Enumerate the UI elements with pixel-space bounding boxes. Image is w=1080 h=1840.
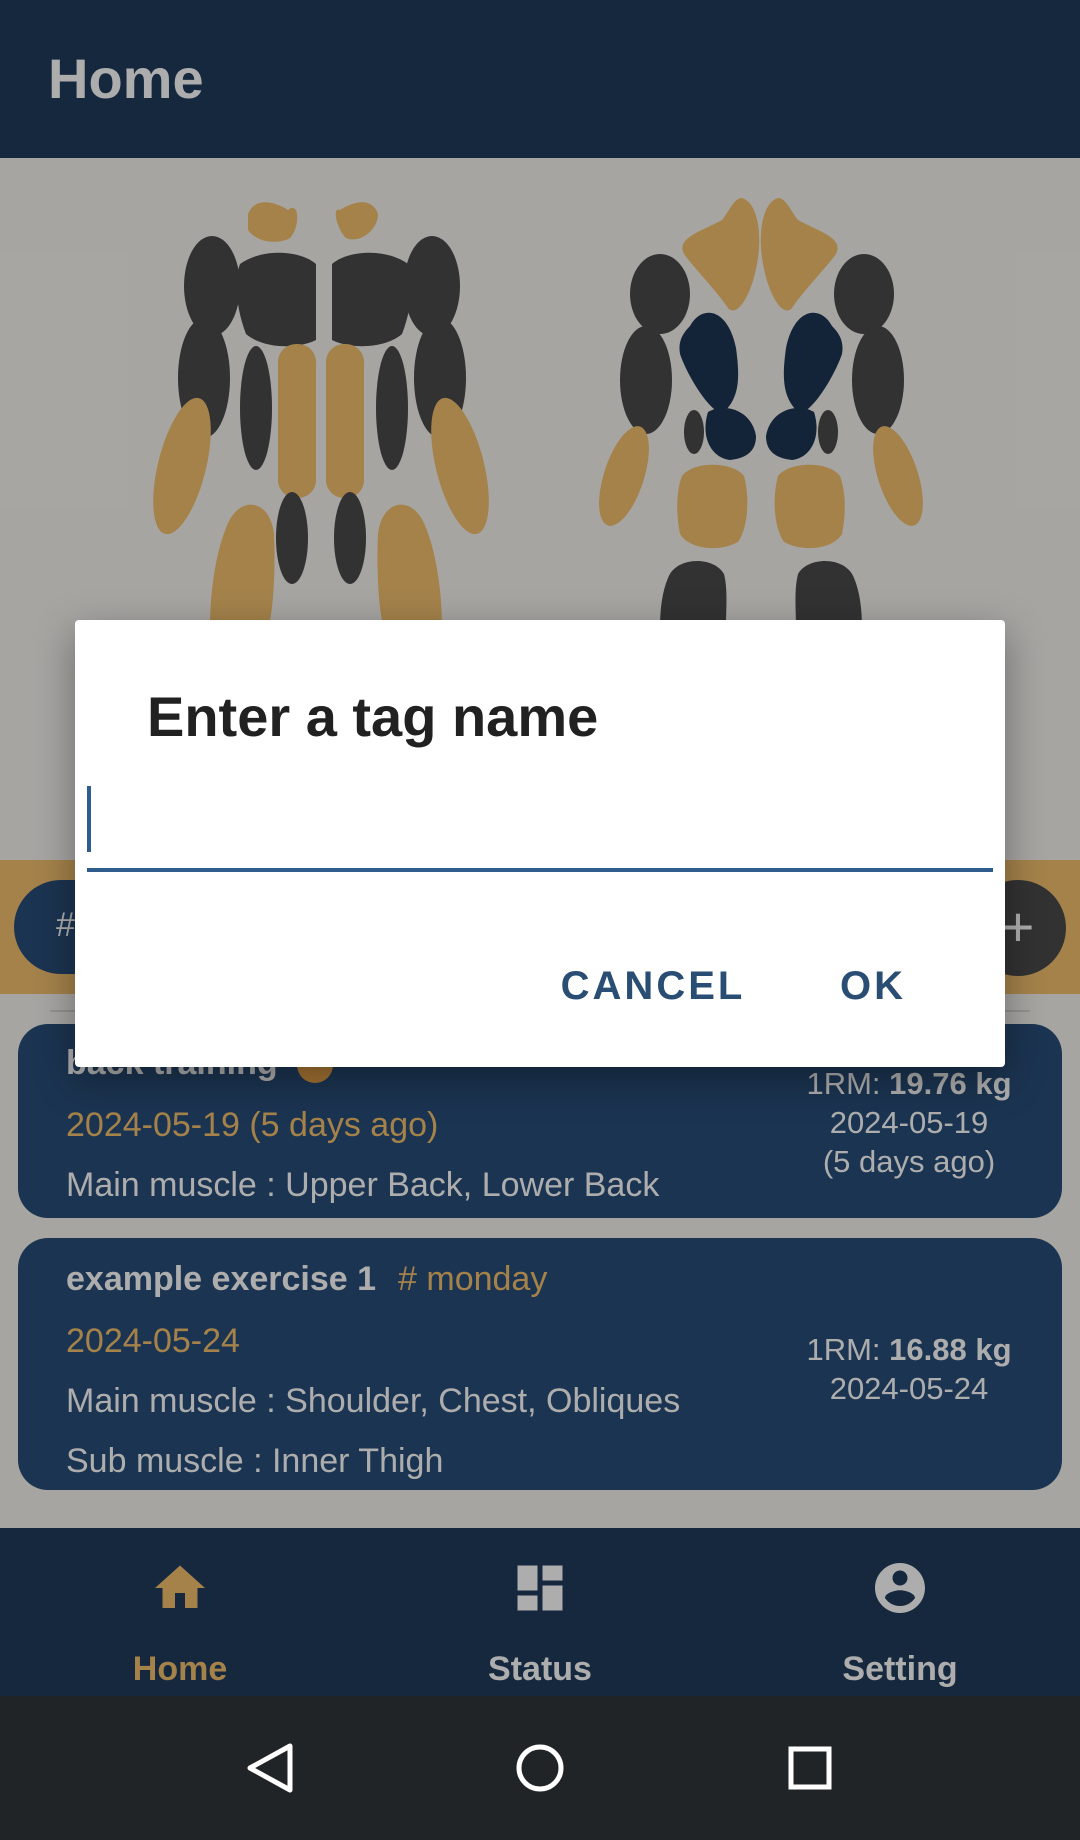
back-triangle-icon[interactable]: [234, 1732, 306, 1804]
text-cursor: [87, 786, 91, 852]
system-navigation-bar: [0, 1696, 1080, 1840]
home-circle-icon[interactable]: [504, 1732, 576, 1804]
dialog-title: Enter a tag name: [147, 685, 599, 748]
app-screen: Home # + 2024-05-19 (5 days ago) Main mu…: [0, 0, 1080, 1840]
tag-name-dialog: Enter a tag name CANCEL OK: [75, 620, 1005, 1067]
cancel-button[interactable]: CANCEL: [553, 950, 753, 1022]
recents-square-icon[interactable]: [774, 1732, 846, 1804]
tag-name-input[interactable]: [87, 784, 993, 872]
ok-button[interactable]: OK: [823, 950, 923, 1022]
